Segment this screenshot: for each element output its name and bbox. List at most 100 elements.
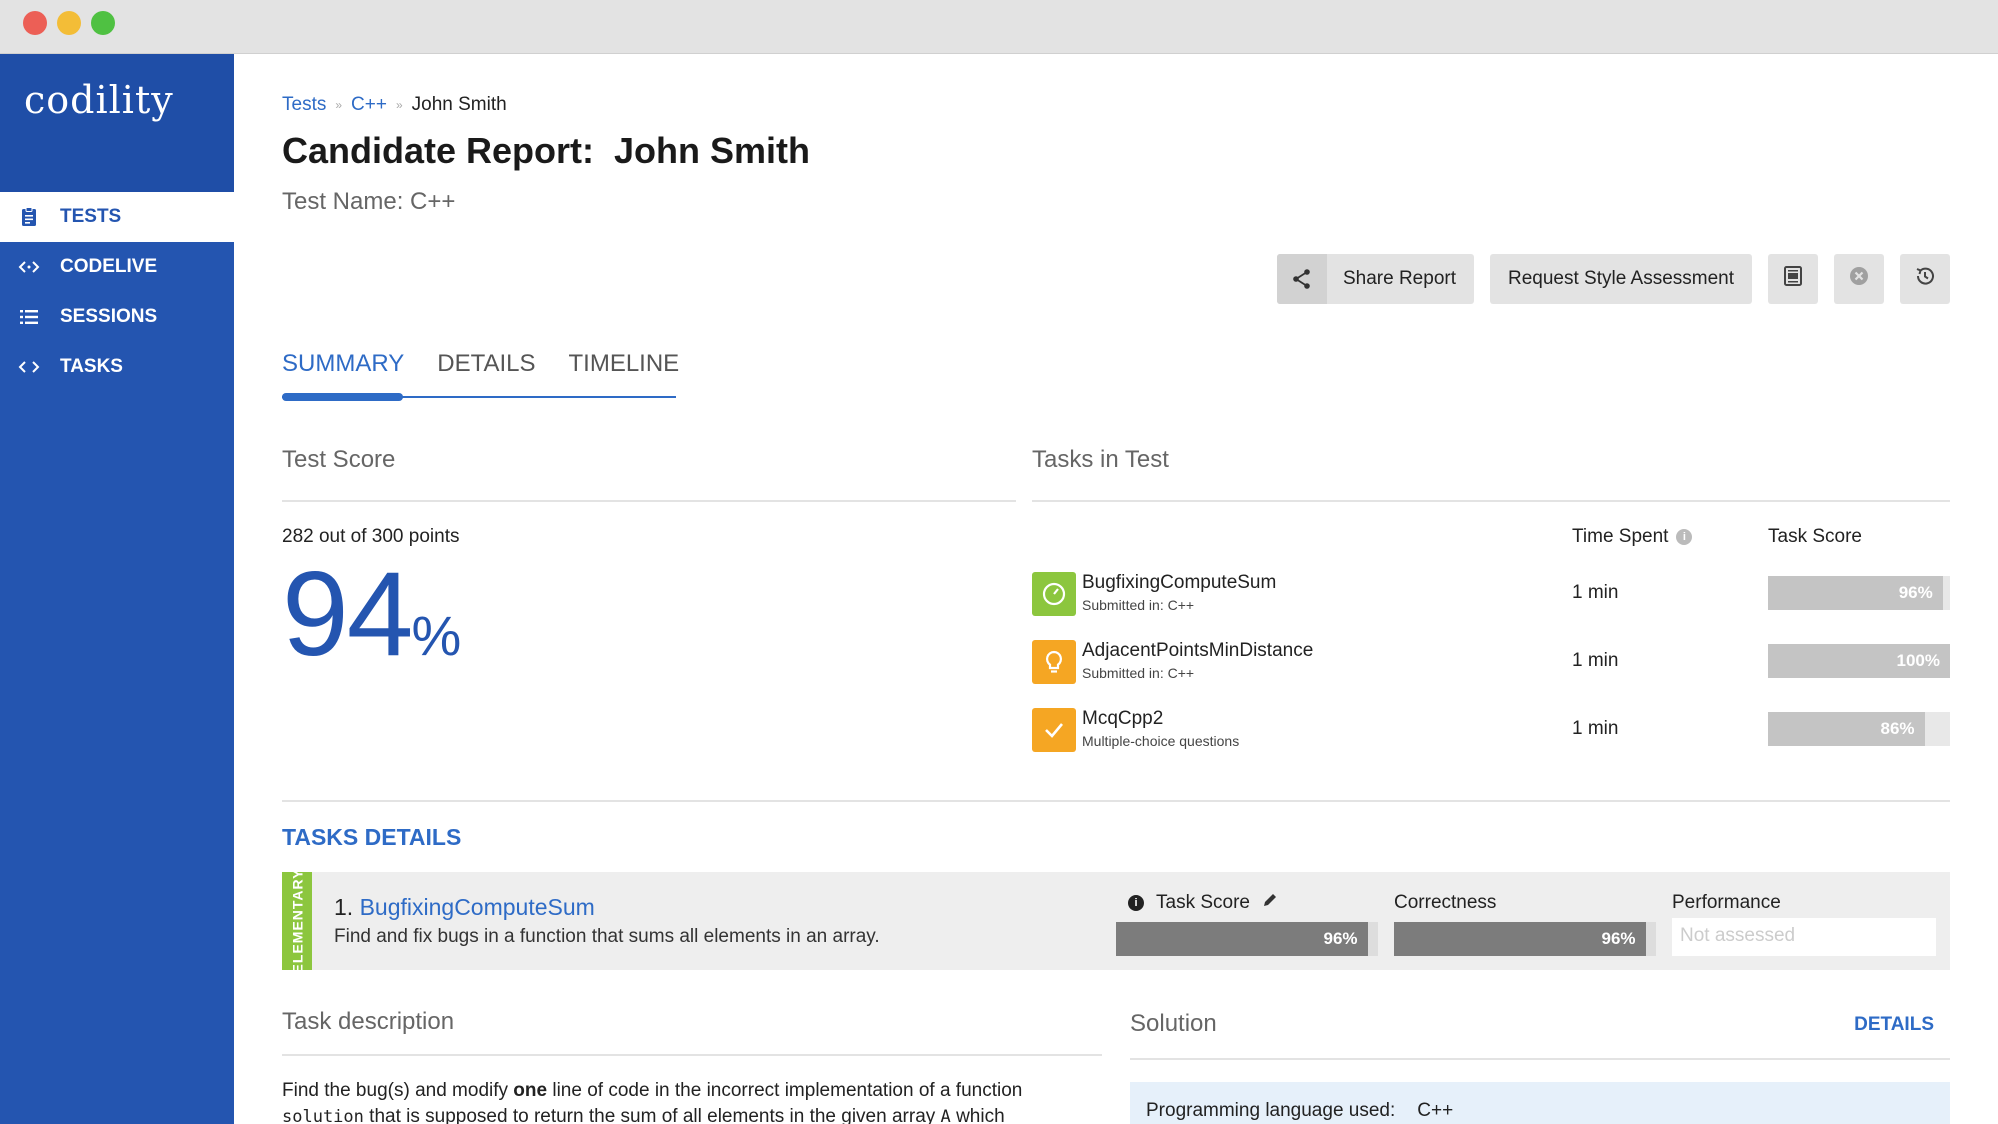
sidebar-item-label: TESTS	[60, 206, 122, 227]
pdf-export-button[interactable]	[1768, 254, 1818, 304]
timer-icon	[1032, 572, 1076, 616]
edit-pencil-icon[interactable]	[1262, 892, 1278, 914]
sidebar-item-label: TASKS	[60, 356, 123, 377]
code-fragment: A	[940, 1107, 951, 1124]
list-icon	[16, 307, 42, 327]
sidebar-item-codelive[interactable]: CODELIVE	[0, 242, 234, 292]
cancel-icon	[1848, 265, 1870, 293]
breadcrumb-tests[interactable]: Tests	[282, 94, 326, 116]
test-score-percentage: 94%	[282, 554, 461, 674]
active-tab-indicator	[282, 393, 403, 401]
time-spent-label: Time Spent	[1572, 526, 1669, 547]
task-score-header: Task Score	[1768, 526, 1862, 547]
code-fragment: solution	[282, 1107, 364, 1124]
share-icon	[1276, 254, 1327, 304]
task-score-fill: 96%	[1768, 576, 1943, 610]
logo-area: codility	[0, 54, 234, 192]
correctness-bar: 96%	[1394, 922, 1656, 956]
programming-language-box: Programming language used: C++	[1130, 1082, 1950, 1124]
task-score-metric-value: 96%	[1323, 929, 1358, 948]
breadcrumb-separator: »	[335, 98, 343, 112]
task-description-text: Find the bug(s) and modify one line of c…	[282, 1078, 1062, 1124]
correctness-label: Correctness	[1394, 892, 1497, 913]
tab-details[interactable]: DETAILS	[437, 342, 535, 396]
window-titlebar	[0, 0, 1998, 54]
time-spent-header: Time Spent i	[1572, 526, 1693, 548]
task-time-spent: 1 min	[1572, 650, 1619, 671]
task-name[interactable]: McqCpp2	[1082, 708, 1163, 730]
tasks-details-heading: TASKS DETAILS	[282, 824, 462, 850]
description-emphasis: one	[513, 1080, 548, 1101]
history-button[interactable]	[1900, 254, 1950, 304]
description-text: line of code in the incorrect implementa…	[547, 1080, 1023, 1101]
request-style-assessment-button[interactable]: Request Style Assessment	[1490, 254, 1752, 304]
task-submitted-in: Multiple-choice questions	[1082, 733, 1240, 749]
task-row[interactable]: AdjacentPointsMinDistance Submitted in: …	[1032, 640, 1950, 686]
sidebar-item-tasks[interactable]: TASKS	[0, 342, 234, 392]
task-score-bar: 96%	[1768, 576, 1950, 610]
checkmark-icon	[1032, 708, 1076, 752]
history-icon	[1914, 265, 1936, 293]
solution-heading: Solution	[1130, 1010, 1217, 1037]
breadcrumb-current: John Smith	[411, 94, 507, 115]
language-label: Programming language used:	[1146, 1100, 1396, 1121]
divider	[282, 1054, 1102, 1056]
breadcrumb-separator: »	[395, 98, 403, 112]
task-detail-description: Find and fix bugs in a function that sum…	[334, 926, 880, 947]
solution-details-link[interactable]: DETAILS	[1854, 1014, 1934, 1036]
sidebar-item-label: CODELIVE	[60, 256, 158, 277]
task-score-bar: 86%	[1768, 712, 1950, 746]
task-score-fill: 100%	[1768, 644, 1950, 678]
sidebar-item-sessions[interactable]: SESSIONS	[0, 292, 234, 342]
report-toolbar: Share Report Request Style Assessment	[1276, 254, 1950, 304]
share-report-label: Share Report	[1342, 268, 1456, 289]
divider	[1130, 1058, 1950, 1060]
score-unit: %	[411, 604, 462, 667]
sidebar-item-tests[interactable]: TESTS	[0, 192, 234, 242]
task-submitted-in: Submitted in: C++	[1082, 665, 1195, 681]
task-name[interactable]: BugfixingComputeSum	[1082, 572, 1276, 594]
code-brackets-icon	[16, 357, 42, 377]
task-description-heading: Task description	[282, 1008, 455, 1035]
divider	[282, 800, 1950, 802]
page-title: Candidate Report: John Smith	[282, 130, 811, 171]
lightbulb-icon	[1032, 640, 1076, 684]
info-icon[interactable]: i	[1676, 529, 1693, 545]
correctness-value: 96%	[1601, 929, 1636, 948]
share-report-button[interactable]: Share Report	[1276, 254, 1474, 304]
task-row[interactable]: BugfixingComputeSum Submitted in: C++ 1 …	[1032, 572, 1950, 618]
task-detail-link[interactable]: BugfixingComputeSum	[360, 894, 595, 920]
sidebar-item-label: SESSIONS	[60, 306, 158, 327]
clipboard-icon	[16, 207, 42, 227]
task-score-metric-fill: 96%	[1116, 922, 1368, 956]
task-detail-card[interactable]: ELEMENTARY 1. BugfixingComputeSum Find a…	[282, 869, 1950, 973]
tab-timeline[interactable]: TIMELINE	[569, 342, 680, 396]
performance-value: Not assessed	[1672, 918, 1936, 956]
task-time-spent: 1 min	[1572, 718, 1619, 739]
code-brackets-icon	[16, 257, 42, 277]
difficulty-label: ELEMENTARY	[289, 868, 306, 974]
task-score-value: 96%	[1898, 583, 1933, 602]
logo[interactable]: codility	[24, 78, 174, 122]
tasks-in-test-heading: Tasks in Test	[1032, 446, 1169, 473]
maximize-window-button[interactable]	[91, 11, 115, 35]
score-value: 94	[282, 547, 413, 681]
task-time-spent: 1 min	[1572, 582, 1619, 603]
task-score-bar: 100%	[1768, 644, 1950, 678]
breadcrumb-cpp[interactable]: C++	[351, 94, 387, 116]
task-row[interactable]: McqCpp2 Multiple-choice questions 1 min …	[1032, 708, 1950, 754]
task-score-value: 100%	[1896, 651, 1940, 670]
divider	[1032, 500, 1950, 502]
info-icon[interactable]: i	[1128, 895, 1144, 911]
cancel-button[interactable]	[1834, 254, 1884, 304]
tab-summary[interactable]: SUMMARY	[282, 342, 404, 396]
test-score-heading: Test Score	[282, 446, 396, 473]
pdf-icon	[1782, 265, 1804, 293]
close-window-button[interactable]	[23, 11, 47, 35]
minimize-window-button[interactable]	[57, 11, 81, 35]
correctness-fill: 96%	[1394, 922, 1646, 956]
task-detail-title: 1. BugfixingComputeSum	[334, 894, 595, 921]
description-text: which	[950, 1106, 1005, 1124]
task-name[interactable]: AdjacentPointsMinDistance	[1082, 640, 1313, 662]
divider	[282, 500, 1016, 502]
